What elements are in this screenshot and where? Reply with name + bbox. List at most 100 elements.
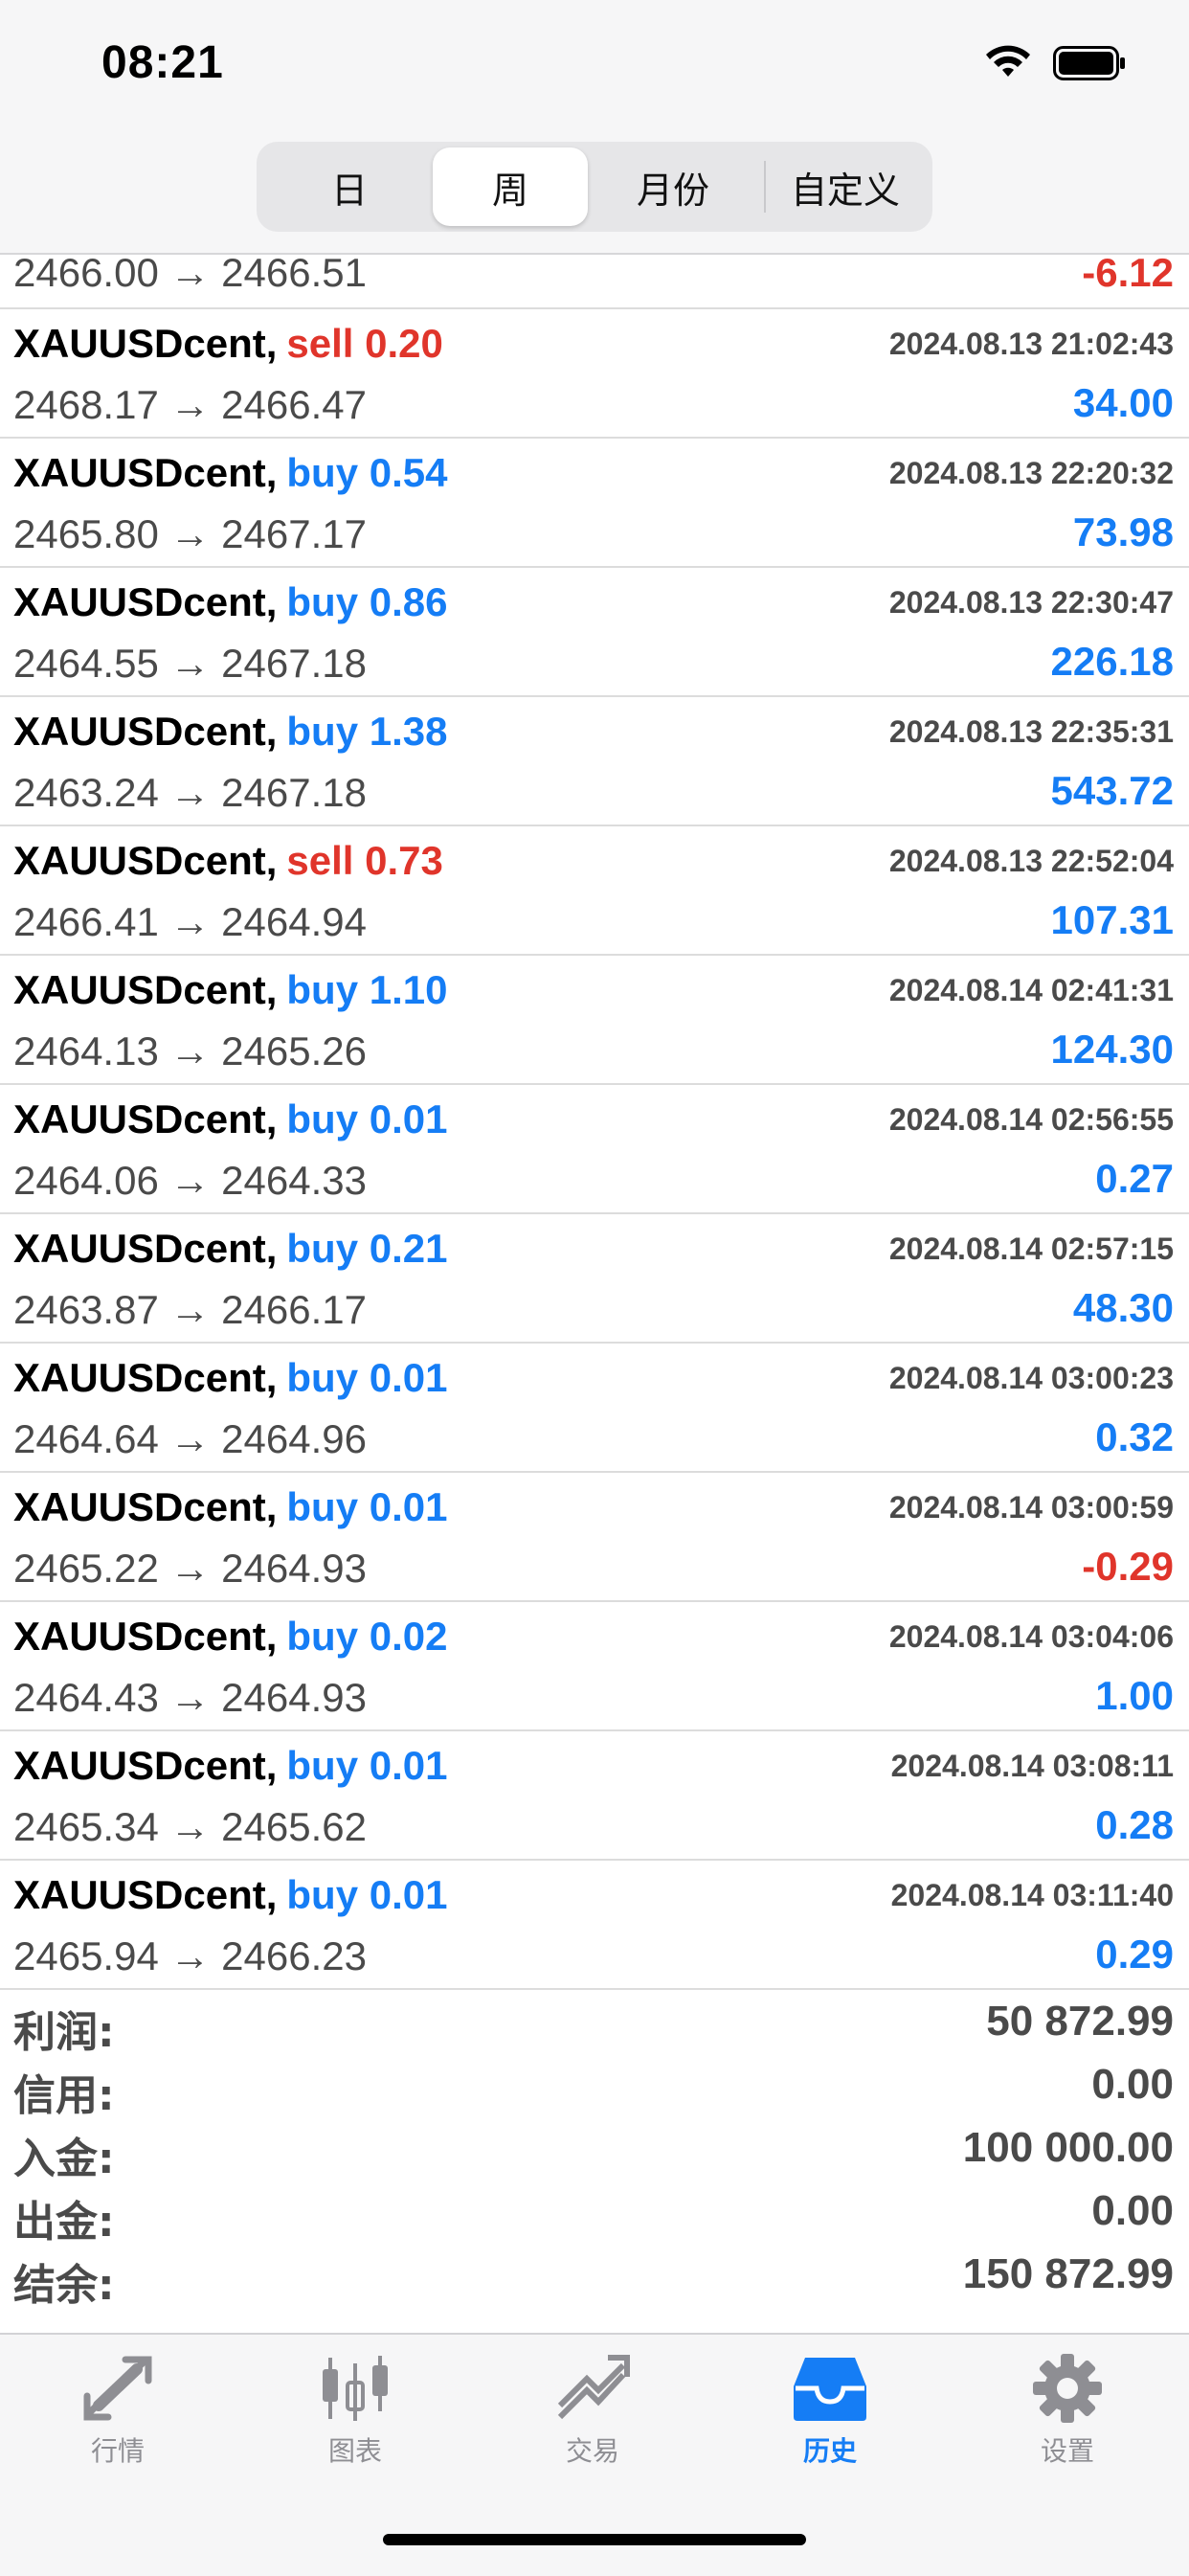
summary-label: 结余: [13,2261,115,2310]
list-item[interactable]: XAUUSDcent, buy 1.10 2024.08.14 02:41:31 24… [0,956,1189,1085]
trade-prices: 2465.22 → 2464.93 [13,1546,367,1591]
tab-trade[interactable]: 交易 [506,2354,679,2488]
trade-side: sell [286,321,354,366]
trade-volume: 0.01 [369,1872,448,1917]
trade-volume: 0.73 [365,838,443,883]
tab-history[interactable]: 历史 [744,2354,916,2488]
segment-custom[interactable]: 自定义 [768,147,923,226]
trade-side: buy [286,579,359,624]
tab-quotes[interactable]: 行情 [32,2354,204,2488]
summary-value: 50 872.99 [986,1998,1174,2045]
trade-side: buy [286,1872,359,1917]
trade-symbol-line: XAUUSDcent, sell 0.20 [13,321,443,367]
list-item[interactable]: XAUUSDcent, buy 0.21 2024.08.14 02:57:15 24… [0,1214,1189,1344]
trade-prices: 2465.94 → 2466.23 [13,1933,367,1978]
trade-time: 2024.08.13 22:35:31 [888,714,1174,749]
trade-profit: 0.28 [1095,1802,1174,1847]
trade-time: 2024.08.14 03:00:59 [888,1490,1174,1525]
trade-side: buy [286,1743,359,1788]
summary-withdrawal: 出金: 0.00 [0,2180,1189,2247]
list-item[interactable]: XAUUSDcent, buy 0.54 2024.08.13 22:20:32 24… [0,439,1189,568]
trade-profit: 107.31 [1050,897,1174,942]
trade-volume: 0.54 [369,450,448,495]
trade-symbol: XAUUSDcent, [13,1614,278,1659]
list-item[interactable]: XAUUSDcent, buy 0.01 2024.08.14 03:11:40 24… [0,1861,1189,1990]
segment-week[interactable]: 周 [433,147,588,226]
trade-volume: 0.86 [369,579,448,624]
history-list[interactable]: 2466.00 → 2466.51 -6.12 XAUUSDcent, sell … [0,250,1189,1990]
wifi-icon [986,45,1030,77]
trade-profit: 543.72 [1050,768,1174,813]
segment-day[interactable]: 日 [272,147,427,226]
trade-volume: 0.01 [369,1355,448,1400]
trade-symbol-line: XAUUSDcent, buy 0.01 [13,1743,447,1789]
trade-time: 2024.08.14 03:00:23 [888,1361,1174,1395]
trade-volume: 1.10 [369,967,448,1012]
trade-side: buy [286,1484,359,1529]
trade-symbol-line: XAUUSDcent, buy 0.01 [13,1096,447,1142]
summary-value: 0.00 [1091,2187,1174,2234]
list-item[interactable]: XAUUSDcent, sell 0.20 2024.08.13 21:02:43 2… [0,309,1189,439]
trade-profit: -0.29 [1082,1544,1174,1589]
list-item[interactable]: XAUUSDcent, sell 0.73 2024.08.13 22:52:04 2… [0,826,1189,956]
tab-label: 交易 [565,2435,619,2467]
trade-profit: 1.00 [1095,1673,1174,1718]
trade-prices: 2464.64 → 2464.96 [13,1416,367,1461]
trade-symbol: XAUUSDcent, [13,1226,278,1271]
trade-symbol: XAUUSDcent, [13,321,278,366]
trade-symbol-line: XAUUSDcent, buy 0.01 [13,1872,447,1918]
list-item[interactable]: XAUUSDcent, buy 0.86 2024.08.13 22:30:47 24… [0,568,1189,697]
trade-side: buy [286,1614,359,1659]
trade-time: 2024.08.13 21:02:43 [888,327,1174,361]
tab-charts[interactable]: 图表 [269,2354,441,2488]
trade-prices: 2464.06 → 2464.33 [13,1158,367,1203]
trade-time: 2024.08.14 03:04:06 [888,1619,1174,1654]
trade-prices: 2468.17 → 2466.47 [13,382,367,427]
account-summary: 利润: 50 872.99 信用: 0.00 入金: 100 000.00 出金… [0,1990,1189,2310]
list-item[interactable]: XAUUSDcent, buy 0.01 2024.08.14 02:56:55 24… [0,1085,1189,1214]
list-item[interactable]: XAUUSDcent, buy 0.01 2024.08.14 03:00:59 24… [0,1473,1189,1602]
trade-prices: 2464.13 → 2465.26 [13,1028,367,1073]
summary-deposit: 入金: 100 000.00 [0,2116,1189,2183]
trade-symbol-line: XAUUSDcent, buy 0.01 [13,1484,447,1530]
trade-time: 2024.08.14 03:08:11 [890,1749,1174,1783]
tab-settings[interactable]: 设置 [981,2354,1154,2488]
period-header: 日 周 月份 自定义 [0,134,1189,255]
trade-symbol-line: XAUUSDcent, buy 0.02 [13,1614,447,1660]
trade-side: buy [286,967,359,1012]
list-item[interactable]: XAUUSDcent, buy 0.01 2024.08.14 03:00:23 24… [0,1344,1189,1473]
summary-value: 150 872.99 [962,2250,1174,2297]
trade-side: buy [286,709,359,754]
list-item[interactable]: 2466.00 → 2466.51 -6.12 [0,250,1189,309]
trade-volume: 0.01 [369,1096,448,1141]
trade-profit: 0.32 [1095,1414,1174,1459]
trade-profit: 0.29 [1095,1932,1174,1977]
trade-prices: 2466.00 → 2466.51 [13,250,367,295]
gear-icon [1033,2354,1102,2423]
summary-value: 100 000.00 [962,2124,1174,2171]
trade-symbol: XAUUSDcent, [13,1096,278,1141]
trade-profit: 34.00 [1072,380,1174,425]
list-item[interactable]: XAUUSDcent, buy 1.38 2024.08.13 22:35:31 24… [0,697,1189,826]
trade-symbol-line: XAUUSDcent, buy 1.38 [13,709,447,755]
trade-symbol: XAUUSDcent, [13,967,278,1012]
summary-credit: 信用: 0.00 [0,2053,1189,2120]
trade-prices: 2464.55 → 2467.18 [13,641,367,686]
trade-volume: 0.20 [365,321,443,366]
trade-side: buy [286,1226,359,1271]
list-item[interactable]: XAUUSDcent, buy 0.02 2024.08.14 03:04:06 24… [0,1602,1189,1731]
trade-prices: 2465.34 → 2465.62 [13,1804,367,1849]
list-item[interactable]: XAUUSDcent, buy 0.01 2024.08.14 03:08:11 24… [0,1731,1189,1861]
trade-symbol: XAUUSDcent, [13,1484,278,1529]
trade-symbol: XAUUSDcent, [13,1872,278,1917]
period-segmented-control: 日 周 月份 自定义 [257,142,932,232]
trade-symbol-line: XAUUSDcent, sell 0.73 [13,838,443,884]
trade-prices: 2464.43 → 2464.93 [13,1675,367,1720]
trade-volume: 0.02 [369,1614,448,1659]
tab-label: 图表 [327,2435,382,2467]
trade-time: 2024.08.13 22:52:04 [888,844,1174,878]
trade-side: buy [286,450,359,495]
trade-time: 2024.08.14 03:11:40 [890,1878,1174,1912]
trade-symbol-line: XAUUSDcent, buy 0.54 [13,450,447,496]
segment-month[interactable]: 月份 [595,147,751,226]
